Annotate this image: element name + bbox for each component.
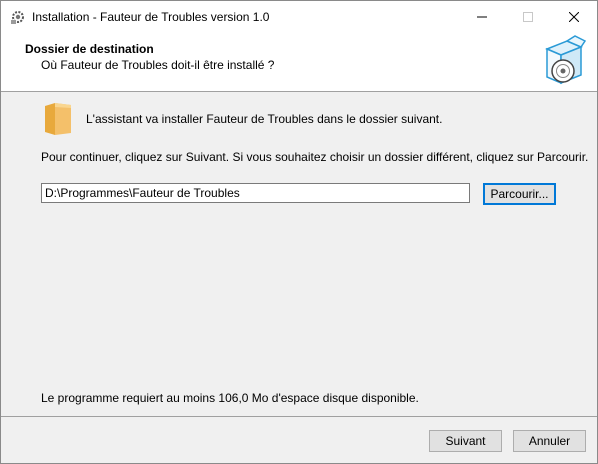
cancel-button[interactable]: Annuler (513, 430, 586, 452)
disk-space-info: Le programme requiert au moins 106,0 Mo … (41, 391, 419, 405)
intro-text: L'assistant va installer Fauteur de Trou… (86, 112, 443, 126)
maximize-button[interactable] (505, 1, 551, 32)
instruction-text: Pour continuer, cliquez sur Suivant. Si … (41, 150, 589, 164)
setup-gear-icon (11, 11, 24, 24)
next-button[interactable]: Suivant (429, 430, 502, 452)
wizard-header: Dossier de destination Où Fauteur de Tro… (1, 33, 597, 91)
close-button[interactable] (551, 1, 597, 32)
close-icon (569, 11, 579, 22)
destination-path-input[interactable] (41, 183, 470, 203)
box-with-disc-icon (545, 35, 587, 85)
title-bar[interactable]: Installation - Fauteur de Troubles versi… (1, 1, 597, 33)
folder-icon (45, 103, 71, 135)
wizard-content: L'assistant va installer Fauteur de Trou… (1, 92, 597, 416)
wizard-footer: Suivant Annuler (1, 417, 597, 463)
window-title: Installation - Fauteur de Troubles versi… (32, 10, 270, 24)
installer-window: Installation - Fauteur de Troubles versi… (0, 0, 598, 464)
minimize-icon (477, 16, 487, 17)
maximize-icon (523, 11, 533, 22)
browse-button[interactable]: Parcourir... (483, 183, 556, 205)
page-subtitle: Où Fauteur de Troubles doit-il être inst… (41, 58, 275, 72)
page-title: Dossier de destination (25, 42, 154, 56)
minimize-button[interactable] (459, 1, 505, 32)
